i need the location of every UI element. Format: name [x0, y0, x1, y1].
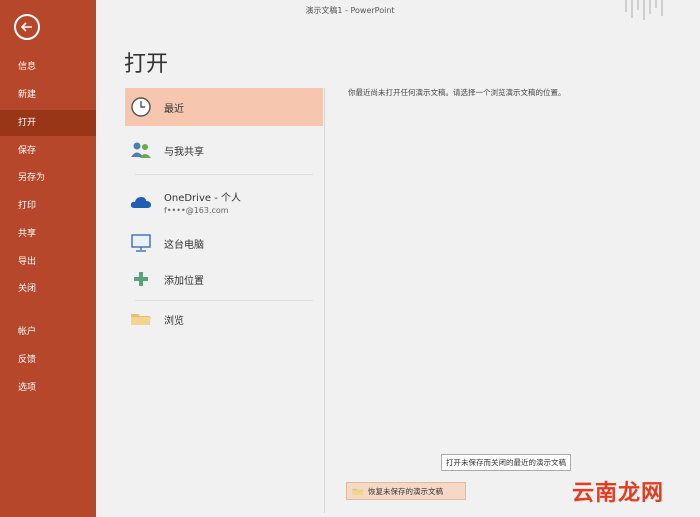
nav-info[interactable]: 信息	[0, 54, 96, 80]
clock-icon	[130, 96, 152, 118]
recover-button-label: 恢复未保存的演示文稿	[368, 486, 443, 496]
nav-print[interactable]: 打印	[0, 193, 96, 219]
location-label: 添加位置	[164, 275, 204, 287]
panel-divider	[324, 88, 325, 513]
location-label: 这台电脑	[164, 239, 204, 251]
location-label: 与我共享	[164, 146, 204, 158]
nav-open[interactable]: 打开	[0, 110, 96, 136]
nav-new[interactable]: 新建	[0, 82, 96, 108]
location-label: 最近	[164, 103, 184, 115]
nav-account[interactable]: 帐户	[0, 319, 96, 345]
page-title: 打开	[124, 52, 169, 77]
nav-export[interactable]: 导出	[0, 249, 96, 275]
location-recent[interactable]: 最近	[125, 88, 323, 126]
nav-share[interactable]: 共享	[0, 221, 96, 247]
people-icon	[130, 139, 152, 161]
empty-recent-message: 你最近尚未打开任何演示文稿。请选择一个浏览演示文稿的位置。	[348, 88, 566, 97]
title-decoration-icon	[625, 0, 663, 20]
nav-options[interactable]: 选项	[0, 375, 96, 401]
location-shared[interactable]: 与我共享	[125, 134, 323, 166]
arrow-left-icon	[20, 22, 32, 32]
onedrive-account: f••••@163.com	[164, 206, 229, 215]
location-label: 浏览	[164, 315, 184, 327]
watermark-logo: 云南龙网	[571, 481, 664, 506]
recover-unsaved-button[interactable]: 恢复未保存的演示文稿	[346, 482, 466, 500]
window-title: 演示文稿1 - PowerPoint	[305, 6, 395, 15]
divider	[135, 174, 313, 175]
nav-close[interactable]: 关闭	[0, 276, 96, 302]
computer-icon	[130, 232, 152, 254]
location-label: OneDrive - 个人	[164, 193, 241, 204]
divider	[135, 300, 313, 301]
nav-feedback[interactable]: 反馈	[0, 347, 96, 373]
cloud-icon	[130, 191, 152, 213]
nav-save[interactable]: 保存	[0, 138, 96, 164]
location-this-pc[interactable]: 这台电脑	[125, 228, 323, 258]
nav-save-as[interactable]: 另存为	[0, 165, 96, 191]
recover-tooltip: 打开未保存而关闭的最近的演示文稿	[441, 454, 571, 471]
back-button[interactable]	[14, 14, 40, 40]
backstage-sidebar: 信息 新建 打开 保存 另存为 打印 共享 导出 关闭 帐户 反馈 选项	[0, 0, 96, 517]
location-add-place[interactable]: 添加位置	[125, 264, 323, 294]
location-onedrive[interactable]: OneDrive - 个人 f••••@163.com	[125, 184, 323, 220]
folder-icon	[130, 308, 152, 330]
location-browse[interactable]: 浏览	[125, 304, 323, 334]
plus-icon	[130, 268, 152, 290]
folder-icon	[352, 488, 364, 495]
